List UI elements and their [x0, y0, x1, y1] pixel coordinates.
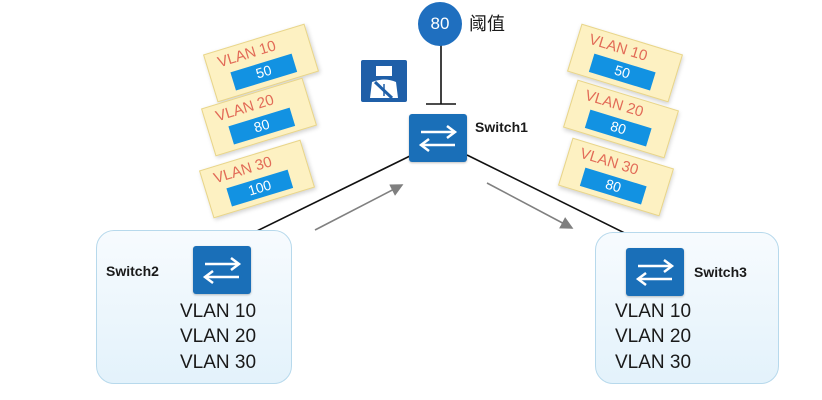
switch2-vlan-10: VLAN 10 [180, 301, 257, 322]
seatbelt-person-icon [361, 60, 407, 102]
switch2-label: Switch2 [106, 263, 159, 279]
switch1-icon[interactable] [409, 114, 467, 162]
diagram-canvas: { "threshold": { "value": "80", "label":… [0, 0, 822, 400]
threshold-value-circle: 80 [418, 2, 462, 46]
threshold-label: 阈值 [469, 14, 505, 35]
switch3-vlan-20: VLAN 20 [615, 326, 692, 347]
switch2-vlan-20: VLAN 20 [180, 326, 257, 347]
switch3-vlan-30: VLAN 30 [615, 352, 692, 373]
switch3-icon[interactable] [626, 248, 684, 296]
flow-arrow-to-switch1 [314, 184, 404, 231]
flow-arrow-to-switch3 [486, 182, 574, 229]
switch1-label: Switch1 [475, 119, 528, 135]
switch2-vlan-30: VLAN 30 [180, 352, 257, 373]
switch3-vlan-10: VLAN 10 [615, 301, 692, 322]
switch3-label: Switch3 [694, 264, 747, 280]
switch2-icon[interactable] [193, 246, 251, 294]
